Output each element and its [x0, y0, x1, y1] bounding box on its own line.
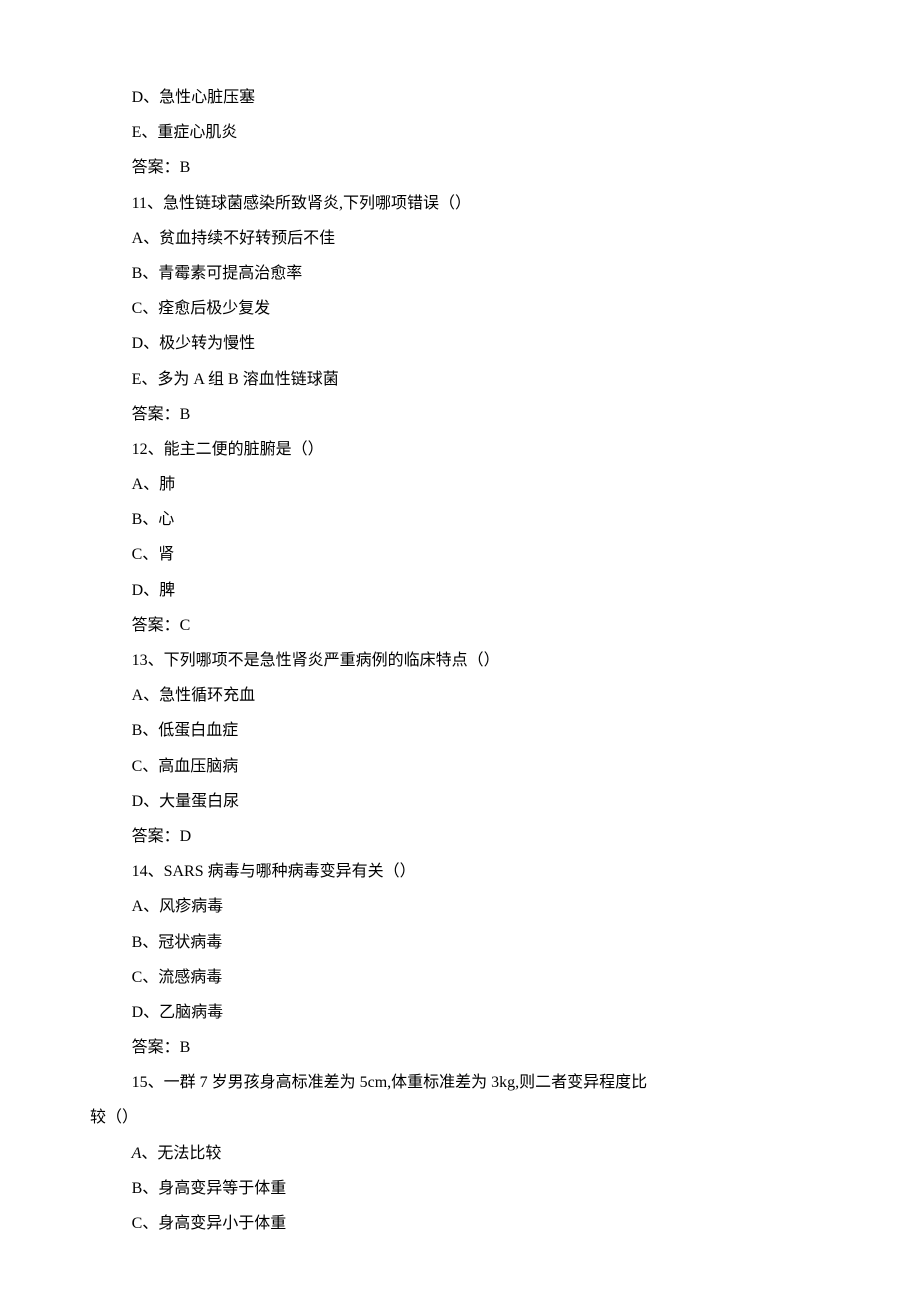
text-line: E、重症心肌炎	[90, 115, 830, 150]
text-line: A、风疹病毒	[90, 889, 830, 924]
text-line: 答案：B	[90, 397, 830, 432]
text-line: D、乙脑病毒	[90, 995, 830, 1030]
text-line: D、急性心脏压塞	[90, 80, 830, 115]
text-line: 较（）	[90, 1100, 830, 1135]
text-line: D、极少转为慢性	[90, 326, 830, 361]
text-line: A、无法比较	[90, 1136, 830, 1171]
text-line: A、肺	[90, 467, 830, 502]
text-line: B、身高变异等于体重	[90, 1171, 830, 1206]
text-line: C、肾	[90, 537, 830, 572]
text-line: E、多为 A 组 B 溶血性链球菌	[90, 362, 830, 397]
text-line: B、低蛋白血症	[90, 713, 830, 748]
text-line: 15、一群 7 岁男孩身高标准差为 5cm,体重标准差为 3kg,则二者变异程度…	[90, 1065, 830, 1100]
text-line: 11、急性链球菌感染所致肾炎,下列哪项错误（）	[90, 186, 830, 221]
text-line: B、心	[90, 502, 830, 537]
option-prefix: A	[132, 1145, 142, 1162]
text-line: 13、下列哪项不是急性肾炎严重病例的临床特点（）	[90, 643, 830, 678]
text-line: C、痊愈后极少复发	[90, 291, 830, 326]
text-line: B、青霉素可提高治愈率	[90, 256, 830, 291]
text-line: B、冠状病毒	[90, 925, 830, 960]
text-line: D、大量蛋白尿	[90, 784, 830, 819]
text-line: C、身高变异小于体重	[90, 1206, 830, 1241]
text-line: 12、能主二便的脏腑是（）	[90, 432, 830, 467]
text-line: C、流感病毒	[90, 960, 830, 995]
text-line: C、高血压脑病	[90, 749, 830, 784]
text-line: 答案：C	[90, 608, 830, 643]
document-page: D、急性心脏压塞E、重症心肌炎答案：B11、急性链球菌感染所致肾炎,下列哪项错误…	[0, 0, 920, 1301]
text-line: 答案：B	[90, 150, 830, 185]
text-line: 答案：D	[90, 819, 830, 854]
option-rest: 、无法比较	[141, 1145, 221, 1162]
text-line: A、急性循环充血	[90, 678, 830, 713]
text-line: 答案：B	[90, 1030, 830, 1065]
text-line: A、贫血持续不好转预后不佳	[90, 221, 830, 256]
text-line: D、脾	[90, 573, 830, 608]
text-line: 14、SARS 病毒与哪种病毒变异有关（）	[90, 854, 830, 889]
